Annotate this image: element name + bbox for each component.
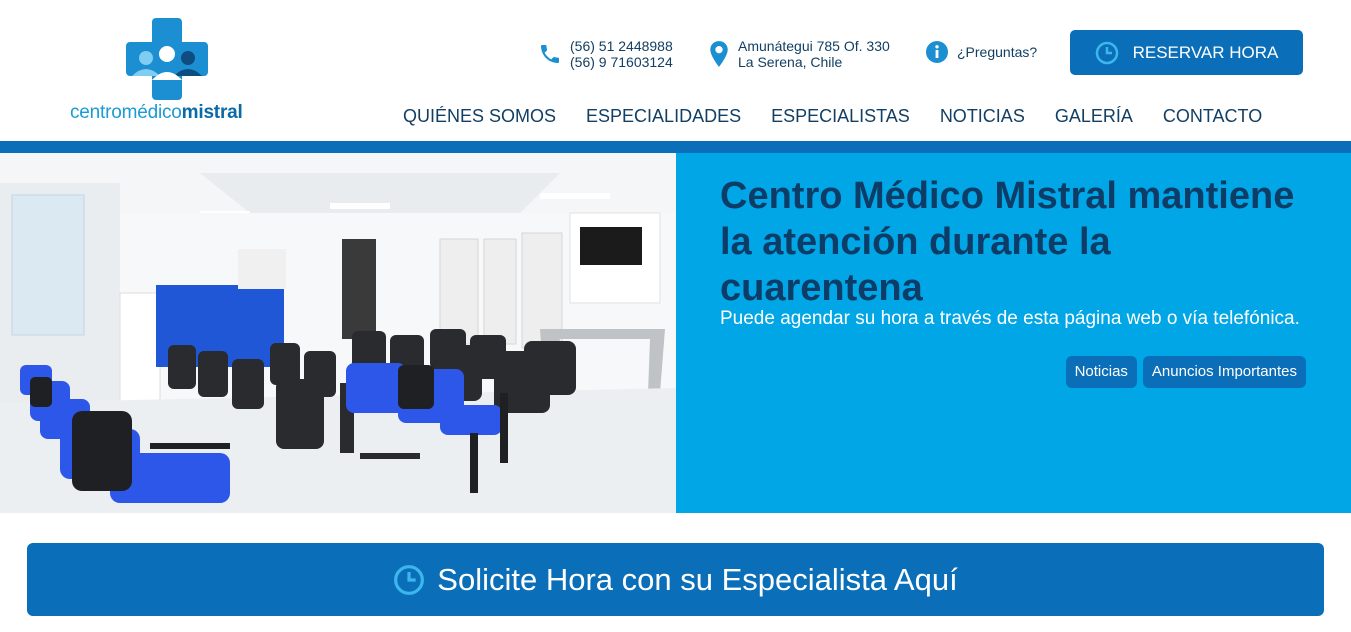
waiting-room-photo (0, 153, 676, 513)
faq-label: ¿Preguntas? (957, 44, 1038, 60)
nav-item-contacto[interactable]: CONTACTO (1163, 106, 1262, 127)
nav-item-especialidades[interactable]: ESPECIALIDADES (586, 106, 741, 127)
site-header: centromédicomistral (56) 51 2448988 (56)… (0, 0, 1351, 141)
address-line-2: La Serena, Chile (738, 54, 843, 70)
nav-item-quienes-somos[interactable]: QUIÉNES SOMOS (403, 106, 556, 127)
phone-contact[interactable]: (56) 51 2448988 (56) 9 71603124 (538, 38, 673, 70)
header-divider-bar (0, 141, 1351, 153)
reserve-button-label: RESERVAR HORA (1132, 42, 1279, 62)
nav-item-galeria[interactable]: GALERÍA (1055, 106, 1133, 127)
phone-lines: (56) 51 2448988 (56) 9 71603124 (570, 38, 673, 70)
nav-item-noticias[interactable]: NOTICIAS (940, 106, 1025, 127)
address-contact[interactable]: Amunátegui 785 Of. 330 La Serena, Chile (708, 38, 890, 70)
phone-line-2: (56) 9 71603124 (570, 54, 673, 70)
faq-link[interactable]: ¿Preguntas? (925, 40, 1037, 64)
medical-cross-logo-icon (126, 18, 208, 100)
phone-icon (538, 41, 562, 67)
hero-description: Puede agendar su hora a través de esta p… (720, 308, 1300, 329)
tag-noticias[interactable]: Noticias (1065, 356, 1137, 388)
map-pin-icon (708, 40, 730, 68)
address-lines: Amunátegui 785 Of. 330 La Serena, Chile (738, 38, 890, 70)
logo-text-mid: médico (121, 102, 182, 123)
logo-text-bold: mistral (181, 102, 243, 123)
address-line-1: Amunátegui 785 Of. 330 (738, 38, 890, 54)
hero-info-panel: Centro Médico Mistral mantiene la atenci… (676, 153, 1351, 513)
info-icon (925, 40, 949, 64)
clock-icon (1095, 41, 1119, 65)
tag-anuncios-importantes[interactable]: Anuncios Importantes (1142, 356, 1306, 388)
nav-item-especialistas[interactable]: ESPECIALISTAS (771, 106, 910, 127)
clock-icon (393, 564, 425, 596)
logo[interactable]: centromédicomistral (70, 18, 270, 128)
main-nav: QUIÉNES SOMOS ESPECIALIDADES ESPECIALIST… (403, 106, 1262, 127)
logo-text-light: centro (70, 102, 122, 123)
cta-label: Solicite Hora con su Especialista Aquí (437, 561, 958, 597)
phone-line-1: (56) 51 2448988 (570, 38, 673, 54)
hero-title[interactable]: Centro Médico Mistral mantiene la atenci… (720, 173, 1320, 311)
hero-tags: Noticias Anuncios Importantes (1060, 356, 1306, 388)
reserve-appointment-button[interactable]: RESERVAR HORA (1070, 30, 1303, 75)
request-appointment-cta[interactable]: Solicite Hora con su Especialista Aquí (27, 543, 1324, 616)
logo-text: centromédicomistral (70, 102, 243, 124)
hero-banner: Centro Médico Mistral mantiene la atenci… (0, 153, 1351, 513)
